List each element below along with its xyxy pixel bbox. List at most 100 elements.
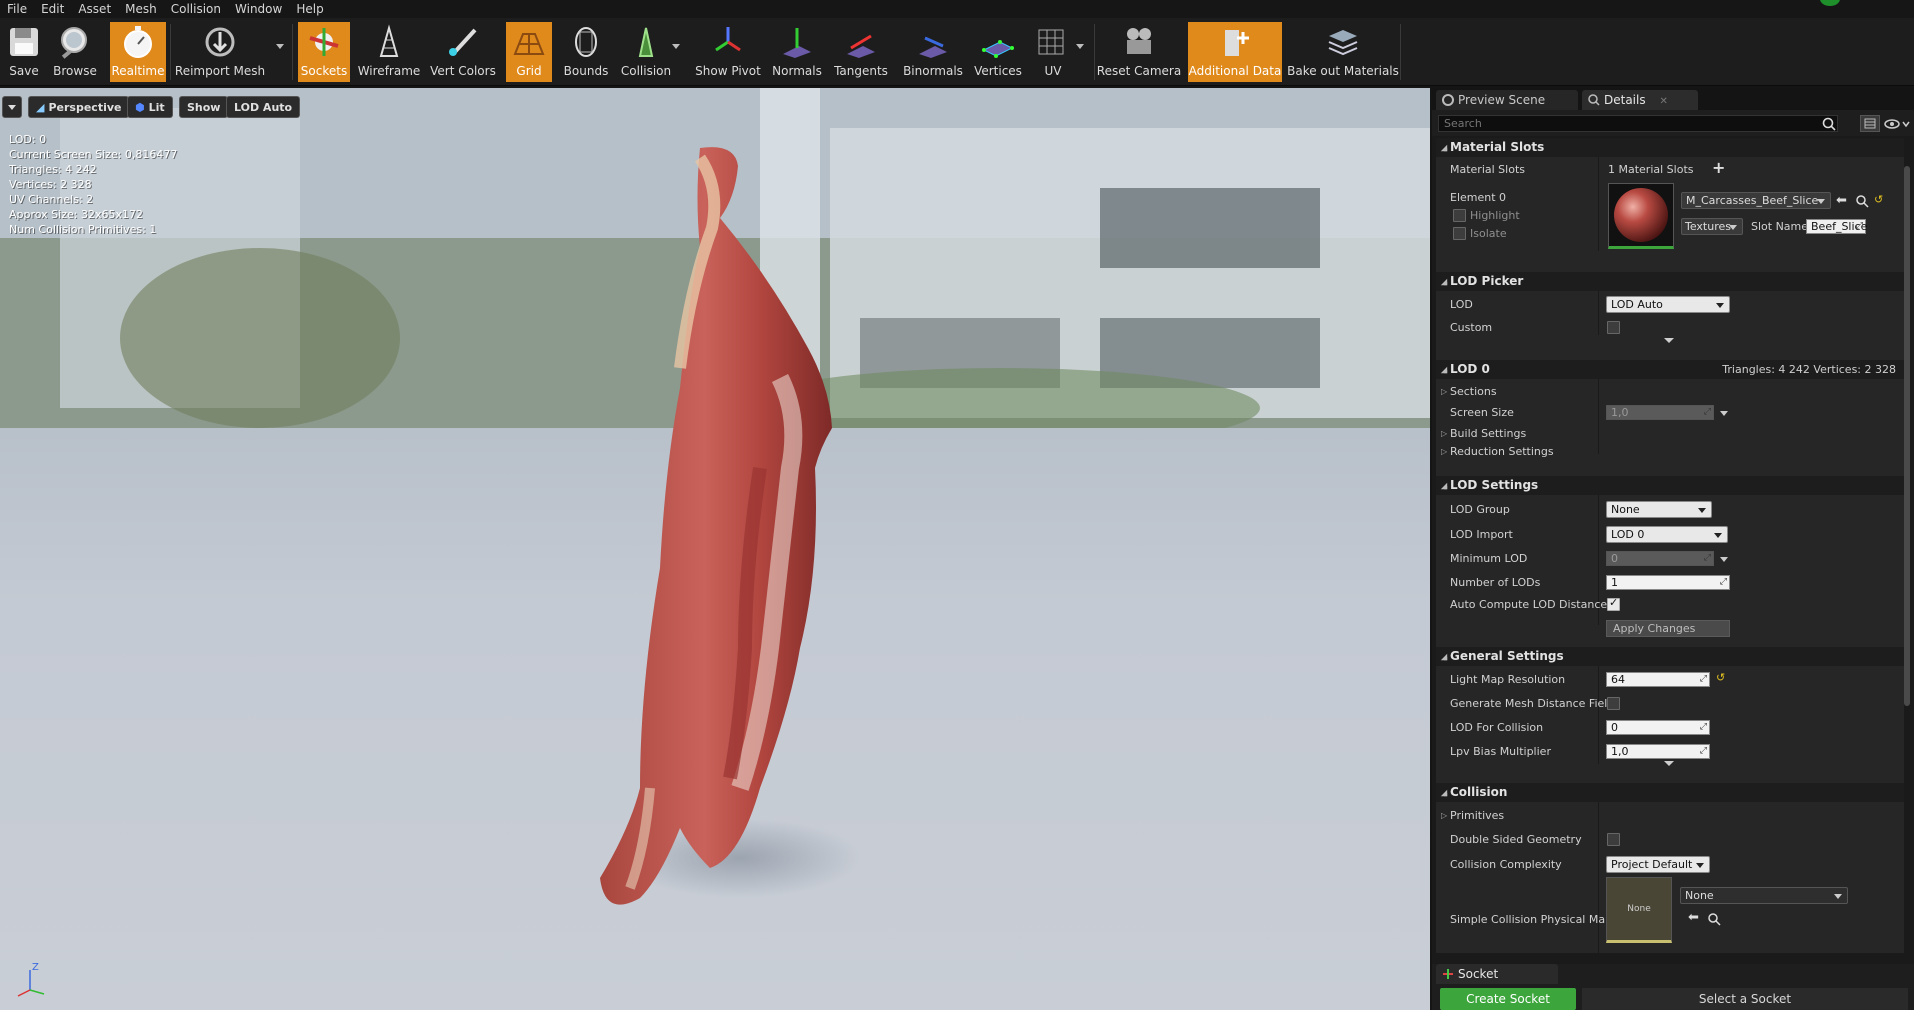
browse-button[interactable]: Browse xyxy=(50,22,100,82)
lpv-bias-multiplier-label: Lpv Bias Multiplier xyxy=(1450,745,1551,758)
menu-mesh[interactable]: Mesh xyxy=(118,0,164,18)
uv-grid-icon xyxy=(1033,22,1073,62)
show-pivot-button[interactable]: Show Pivot xyxy=(692,22,764,82)
reset-camera-button[interactable]: Reset Camera xyxy=(1097,22,1181,82)
uv-dropdown-arrow-icon[interactable] xyxy=(1076,44,1084,49)
use-selected-arrow-icon[interactable]: ⬅ xyxy=(1836,193,1847,208)
column-divider xyxy=(1598,157,1599,251)
number-of-lods-label: Number of LODs xyxy=(1450,576,1541,589)
pivot-icon xyxy=(708,22,748,62)
browse-magnifier-icon[interactable] xyxy=(1856,195,1869,208)
expand-more-icon[interactable] xyxy=(1664,761,1674,766)
light-map-resolution-field[interactable]: 64 xyxy=(1606,672,1710,687)
collision-button[interactable]: Collision xyxy=(618,22,674,82)
menu-window[interactable]: Window xyxy=(228,0,289,18)
save-button[interactable]: Save xyxy=(2,22,46,82)
wireframe-button[interactable]: Wireframe xyxy=(356,22,422,82)
expand-more-icon[interactable] xyxy=(1664,338,1674,343)
tab-details[interactable]: Details ✕ xyxy=(1582,90,1698,110)
create-socket-button[interactable]: Create Socket xyxy=(1440,988,1576,1010)
isolate-checkbox[interactable] xyxy=(1453,227,1466,240)
bake-out-materials-button[interactable]: Bake out Materials xyxy=(1287,22,1399,82)
double-sided-geometry-checkbox[interactable] xyxy=(1607,833,1620,846)
stat-vertices: Vertices: 2 328 xyxy=(9,178,92,191)
property-matrix-button[interactable] xyxy=(1860,115,1880,132)
details-search-input[interactable] xyxy=(1438,115,1838,132)
browse-magnifier-icon[interactable] xyxy=(1708,913,1721,926)
apply-changes-button[interactable]: Apply Changes xyxy=(1606,620,1730,637)
physical-material-dropdown[interactable]: None xyxy=(1680,887,1848,904)
slot-name-field[interactable]: Beef_Slice xyxy=(1806,219,1867,234)
add-material-slot-icon[interactable]: + xyxy=(1712,158,1725,177)
column-divider xyxy=(1598,379,1599,454)
lod-import-dropdown[interactable]: LOD 0 xyxy=(1606,526,1728,543)
collision-complexity-dropdown[interactable]: Project Default xyxy=(1606,856,1710,873)
category-material-slots[interactable]: Material Slots xyxy=(1436,138,1904,157)
menu-edit[interactable]: Edit xyxy=(34,0,71,18)
generate-mesh-distance-field-checkbox[interactable] xyxy=(1607,697,1620,710)
grid-button[interactable]: Grid xyxy=(506,22,552,82)
lod-for-collision-field[interactable]: 0 xyxy=(1606,720,1710,735)
menu-asset[interactable]: Asset xyxy=(71,0,118,18)
lod-group-dropdown[interactable]: None xyxy=(1606,501,1712,518)
tab-socket-manager[interactable]: Socket Manager ✕ xyxy=(1436,964,1558,1001)
sections-expander[interactable]: Sections xyxy=(1441,385,1497,399)
normals-button[interactable]: Normals xyxy=(770,22,824,82)
category-lod-settings[interactable]: LOD Settings xyxy=(1436,476,1904,495)
minimum-lod-dropdown-arrow-icon[interactable] xyxy=(1720,557,1728,562)
close-tab-icon[interactable]: ✕ xyxy=(1659,96,1667,107)
menu-collision[interactable]: Collision xyxy=(164,0,228,18)
lpv-bias-multiplier-field[interactable]: 1,0 xyxy=(1606,744,1710,759)
category-collision[interactable]: Collision xyxy=(1436,783,1904,802)
reduction-settings-expander[interactable]: Reduction Settings xyxy=(1441,445,1554,459)
realtime-button[interactable]: Realtime xyxy=(110,22,166,82)
use-selected-arrow-icon[interactable]: ⬅ xyxy=(1688,910,1699,925)
category-lod-picker[interactable]: LOD Picker xyxy=(1436,272,1904,291)
textures-dropdown[interactable]: Textures xyxy=(1681,218,1743,235)
show-flags-button[interactable]: Show xyxy=(179,96,229,118)
material-select-dropdown[interactable]: M_Carcasses_Beef_Slice xyxy=(1681,192,1831,209)
tab-preview-scene-settings[interactable]: Preview Scene Sett xyxy=(1436,90,1578,127)
reimport-dropdown-arrow-icon[interactable] xyxy=(276,44,284,49)
binormals-button[interactable]: Binormals xyxy=(898,22,968,82)
custom-lod-checkbox[interactable] xyxy=(1607,321,1620,334)
vert-colors-button[interactable]: Vert Colors xyxy=(428,22,498,82)
minimum-lod-field[interactable]: 0 xyxy=(1606,551,1714,566)
stat-triangles: Triangles: 4 242 xyxy=(9,163,97,176)
menu-file[interactable]: File xyxy=(0,0,34,18)
lod-auto-button[interactable]: LOD Auto xyxy=(226,96,301,118)
highlight-checkbox[interactable] xyxy=(1453,209,1466,222)
tangents-button[interactable]: Tangents xyxy=(830,22,892,82)
column-divider xyxy=(1598,802,1599,953)
scrollbar-thumb[interactable] xyxy=(1904,166,1910,706)
material-thumbnail[interactable] xyxy=(1608,183,1674,249)
primitives-expander[interactable]: Primitives xyxy=(1441,809,1504,823)
additional-data-button[interactable]: Additional Data xyxy=(1188,22,1282,82)
menu-help[interactable]: Help xyxy=(289,0,330,18)
sockets-button[interactable]: Sockets xyxy=(298,22,350,82)
collision-dropdown-arrow-icon[interactable] xyxy=(672,44,680,49)
viewport-options-dropdown[interactable] xyxy=(2,96,22,118)
mesh-viewport[interactable]: ◢ Perspective ⬢ Lit Show LOD Auto LOD: 0 C… xyxy=(0,88,1430,1010)
reset-to-default-icon[interactable]: ↺ xyxy=(1716,671,1725,684)
category-lod-0[interactable]: LOD 0 Triangles: 4 242 Vertices: 2 328 xyxy=(1436,360,1904,379)
lod-select-dropdown[interactable]: LOD Auto xyxy=(1606,296,1730,313)
vertices-button[interactable]: Vertices xyxy=(974,22,1022,82)
lit-view-mode-button[interactable]: ⬢ Lit xyxy=(127,96,173,118)
number-of-lods-field[interactable]: 1 xyxy=(1606,575,1730,590)
physical-material-thumbnail[interactable]: None xyxy=(1606,877,1672,943)
reset-to-default-icon[interactable]: ↺ xyxy=(1874,193,1883,206)
perspective-button[interactable]: ◢ Perspective xyxy=(28,96,130,118)
bounds-button[interactable]: Bounds xyxy=(560,22,612,82)
build-settings-expander[interactable]: Build Settings xyxy=(1441,427,1526,441)
details-scrollbar[interactable] xyxy=(1904,138,1910,858)
category-general-settings[interactable]: General Settings xyxy=(1436,647,1904,666)
settings-icon xyxy=(1442,94,1454,106)
uv-button[interactable]: UV xyxy=(1030,22,1076,82)
eye-visibility-icon[interactable] xyxy=(1884,118,1910,130)
reimport-mesh-button[interactable]: Reimport Mesh xyxy=(175,22,265,82)
screen-size-field[interactable]: 1,0 xyxy=(1606,405,1714,420)
auto-compute-lod-checkbox[interactable] xyxy=(1607,596,1620,611)
lod-for-collision-label: LOD For Collision xyxy=(1450,721,1544,734)
screen-size-dropdown-arrow-icon[interactable] xyxy=(1720,411,1728,416)
